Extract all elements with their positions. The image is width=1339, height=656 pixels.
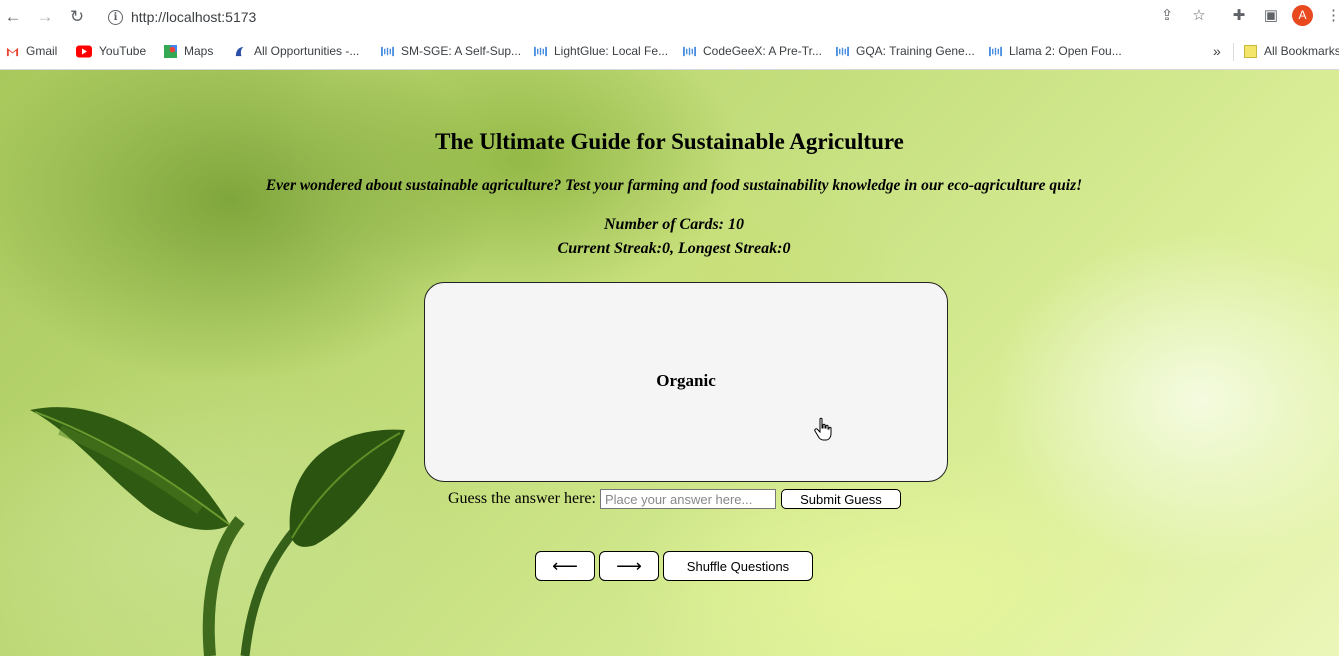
site-info-icon[interactable]: i [108,9,123,25]
bookmark-sm-sge[interactable]: SM-SGE: A Self-Sup... [381,43,521,59]
bookmark-label: LightGlue: Local Fe... [554,44,669,58]
reload-icon[interactable]: ↻ [66,6,88,28]
paper-icon [683,46,696,56]
bookmark-lightglue[interactable]: LightGlue: Local Fe... [534,43,668,59]
guess-input[interactable] [599,489,776,509]
profile-avatar[interactable]: A [1292,5,1313,26]
bookmark-gqa[interactable]: GQA: Training Gene... [836,43,975,59]
browser-toolbar: ← → ↻ i http://localhost:5173 ⇪ ☆ ✚ ▣ A … [0,0,1339,34]
guess-label: Guess the answer here: [448,490,596,507]
side-panel-icon[interactable]: ▣ [1261,6,1281,26]
bookmark-label: Maps [184,44,214,58]
next-card-button[interactable]: ⟶ [599,551,659,581]
paper-icon [989,46,1002,56]
bookmarks-divider [1233,43,1234,61]
bookmark-gmail[interactable]: Gmail [6,43,57,59]
bookmark-label: Gmail [26,44,58,58]
bookmark-star-icon[interactable]: ☆ [1189,6,1209,26]
youtube-icon [76,45,92,57]
bookmark-label: GQA: Training Gene... [856,44,975,58]
paper-icon [836,46,849,56]
flashcard-text: Organic [656,371,716,390]
card-count: Number of Cards: 10 [603,216,744,233]
forward-icon[interactable]: → [34,6,56,28]
menu-icon[interactable]: ⋮ [1326,6,1339,26]
folder-icon [1244,44,1257,58]
bookmark-label: Llama 2: Open Fou... [1009,44,1122,58]
hand-cursor-icon [814,417,832,441]
extensions-icon[interactable]: ✚ [1229,6,1249,26]
gmail-icon [6,47,19,56]
page-title: The Ultimate Guide for Sustainable Agric… [435,129,904,154]
bookmarks-overflow-button[interactable]: » [1213,43,1221,59]
bookmarks-bar: Gmail YouTube Maps All Opportunities -..… [0,34,1339,70]
bookmark-label: CodeGeeX: A Pre-Tr... [703,44,822,58]
prev-card-button[interactable]: ⟵ [535,551,595,581]
maps-icon [164,44,177,58]
submit-guess-button[interactable]: Submit Guess [780,489,901,509]
bookmark-codegeex[interactable]: CodeGeeX: A Pre-Tr... [683,43,822,59]
shuffle-questions-button[interactable]: Shuffle Questions [663,551,813,581]
paper-icon [534,46,547,56]
guess-row: Guess the answer here: Submit Guess [448,488,901,510]
flashcard[interactable]: Organic [424,282,948,482]
plant-sprout-image [30,407,405,656]
page-background: The Ultimate Guide for Sustainable Agric… [0,70,1339,656]
share-icon[interactable]: ⇪ [1157,6,1177,26]
back-icon[interactable]: ← [2,6,24,28]
page-subtitle: Ever wondered about sustainable agricult… [265,177,1083,194]
address-bar[interactable]: i http://localhost:5173 [108,6,256,28]
paper-icon [381,46,394,56]
bookmark-label: All Opportunities -... [254,44,360,58]
streak-text: Current Streak:0, Longest Streak:0 [557,240,791,257]
bookmark-label: YouTube [99,44,147,58]
url-text[interactable]: http://localhost:5173 [131,9,256,25]
opportunities-icon [235,46,244,56]
bookmark-maps[interactable]: Maps [164,43,213,59]
bookmark-label: All Bookmarks [1264,44,1339,58]
bookmark-label: SM-SGE: A Self-Sup... [401,44,522,58]
bookmark-opportunities[interactable]: All Opportunities -... [234,43,359,59]
bookmark-llama2[interactable]: Llama 2: Open Fou... [989,43,1122,59]
bookmark-youtube[interactable]: YouTube [76,43,146,59]
all-bookmarks-folder[interactable]: All Bookmarks [1244,43,1339,59]
